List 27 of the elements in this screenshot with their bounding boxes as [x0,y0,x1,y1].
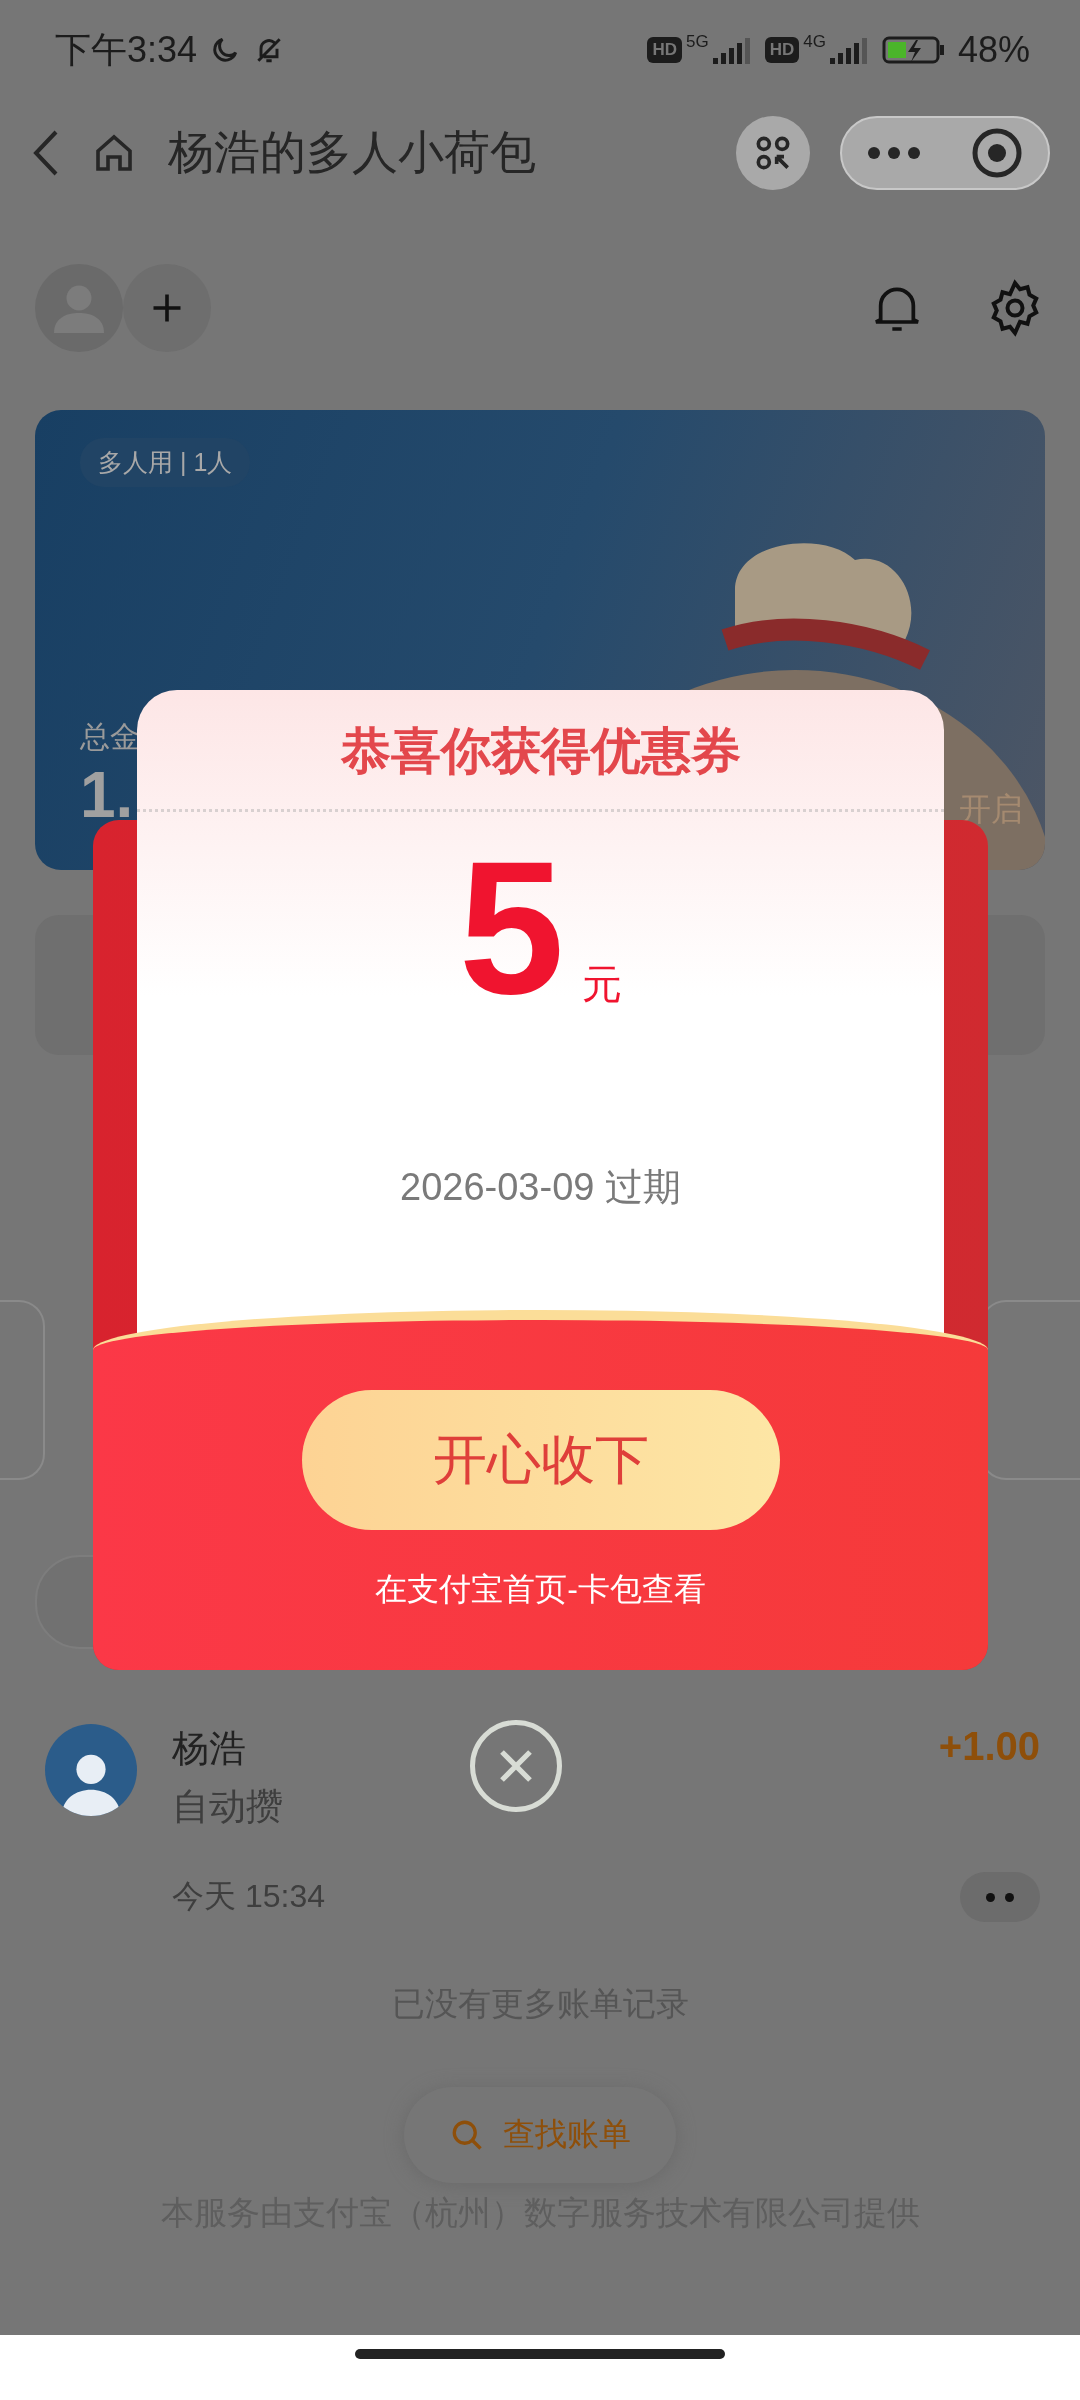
network-type: 4G [803,32,826,52]
coupon-amount: 5 [458,832,565,1022]
bill-name: 杨浩 [172,1727,246,1771]
bill-more-button[interactable] [960,1872,1040,1922]
total-label: 总金 [80,719,140,755]
close-icon[interactable] [470,1720,562,1812]
page-title: 杨浩的多人小荷包 [168,124,537,180]
close-miniapp-button[interactable] [971,126,1023,179]
battery-icon [881,34,946,66]
hd-badge: HD [764,37,800,63]
coupon-expiry: 2026-03-09 过期 [400,1165,681,1210]
signal-icon [712,36,753,64]
signal-icon [829,36,870,64]
status-time: 下午3:34 [55,27,198,72]
total-amount: 1. [80,758,134,832]
coupon-title: 恭喜你获得优惠券 [340,722,741,781]
bill-time: 今天 15:34 [172,1877,325,1916]
bill-type: 自动攒 [172,1785,284,1829]
network-type: 5G [686,32,709,52]
bill-amount: +1.00 [938,1724,1040,1770]
battery-level: 48% [957,29,1030,71]
accept-button[interactable]: 开心收下 [301,1390,780,1530]
more-button[interactable] [867,145,921,160]
wallet-hint: 在支付宝首页-卡包查看 [375,1570,706,1609]
usage-tag: 多人用 | 1人 [80,438,251,487]
hd-badge: HD [647,37,682,63]
coupon-unit: 元 [582,961,623,1008]
